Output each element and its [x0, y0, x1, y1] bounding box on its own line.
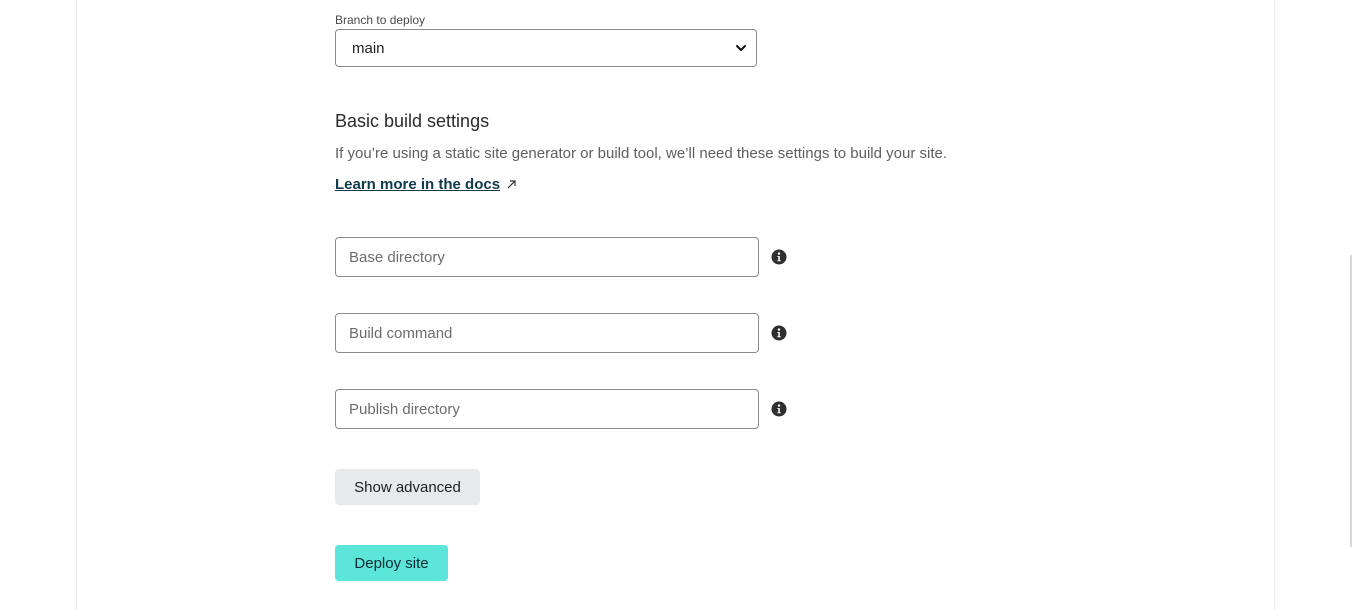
deploy-settings-card	[76, 0, 1275, 610]
build-command-input[interactable]	[335, 313, 759, 353]
section-title: Basic build settings	[335, 111, 490, 131]
branch-select[interactable]: main	[335, 29, 757, 67]
base-directory-input[interactable]	[335, 237, 759, 277]
branch-select-value: main	[352, 39, 385, 57]
info-icon[interactable]	[771, 325, 787, 341]
publish-directory-input[interactable]	[335, 389, 759, 429]
external-link-icon	[507, 180, 516, 189]
chevron-down-icon	[736, 45, 746, 51]
show-advanced-button[interactable]: Show advanced	[335, 469, 480, 505]
docs-link[interactable]: Learn more in the docs	[335, 176, 517, 193]
info-icon[interactable]	[771, 249, 787, 265]
branch-label: Branch to deploy	[335, 13, 426, 27]
docs-link-label: Learn more in the docs	[335, 176, 501, 193]
info-icon[interactable]	[771, 401, 787, 417]
section-description: If you’re using a static site generator …	[335, 145, 948, 162]
deploy-site-button[interactable]: Deploy site	[335, 545, 448, 581]
